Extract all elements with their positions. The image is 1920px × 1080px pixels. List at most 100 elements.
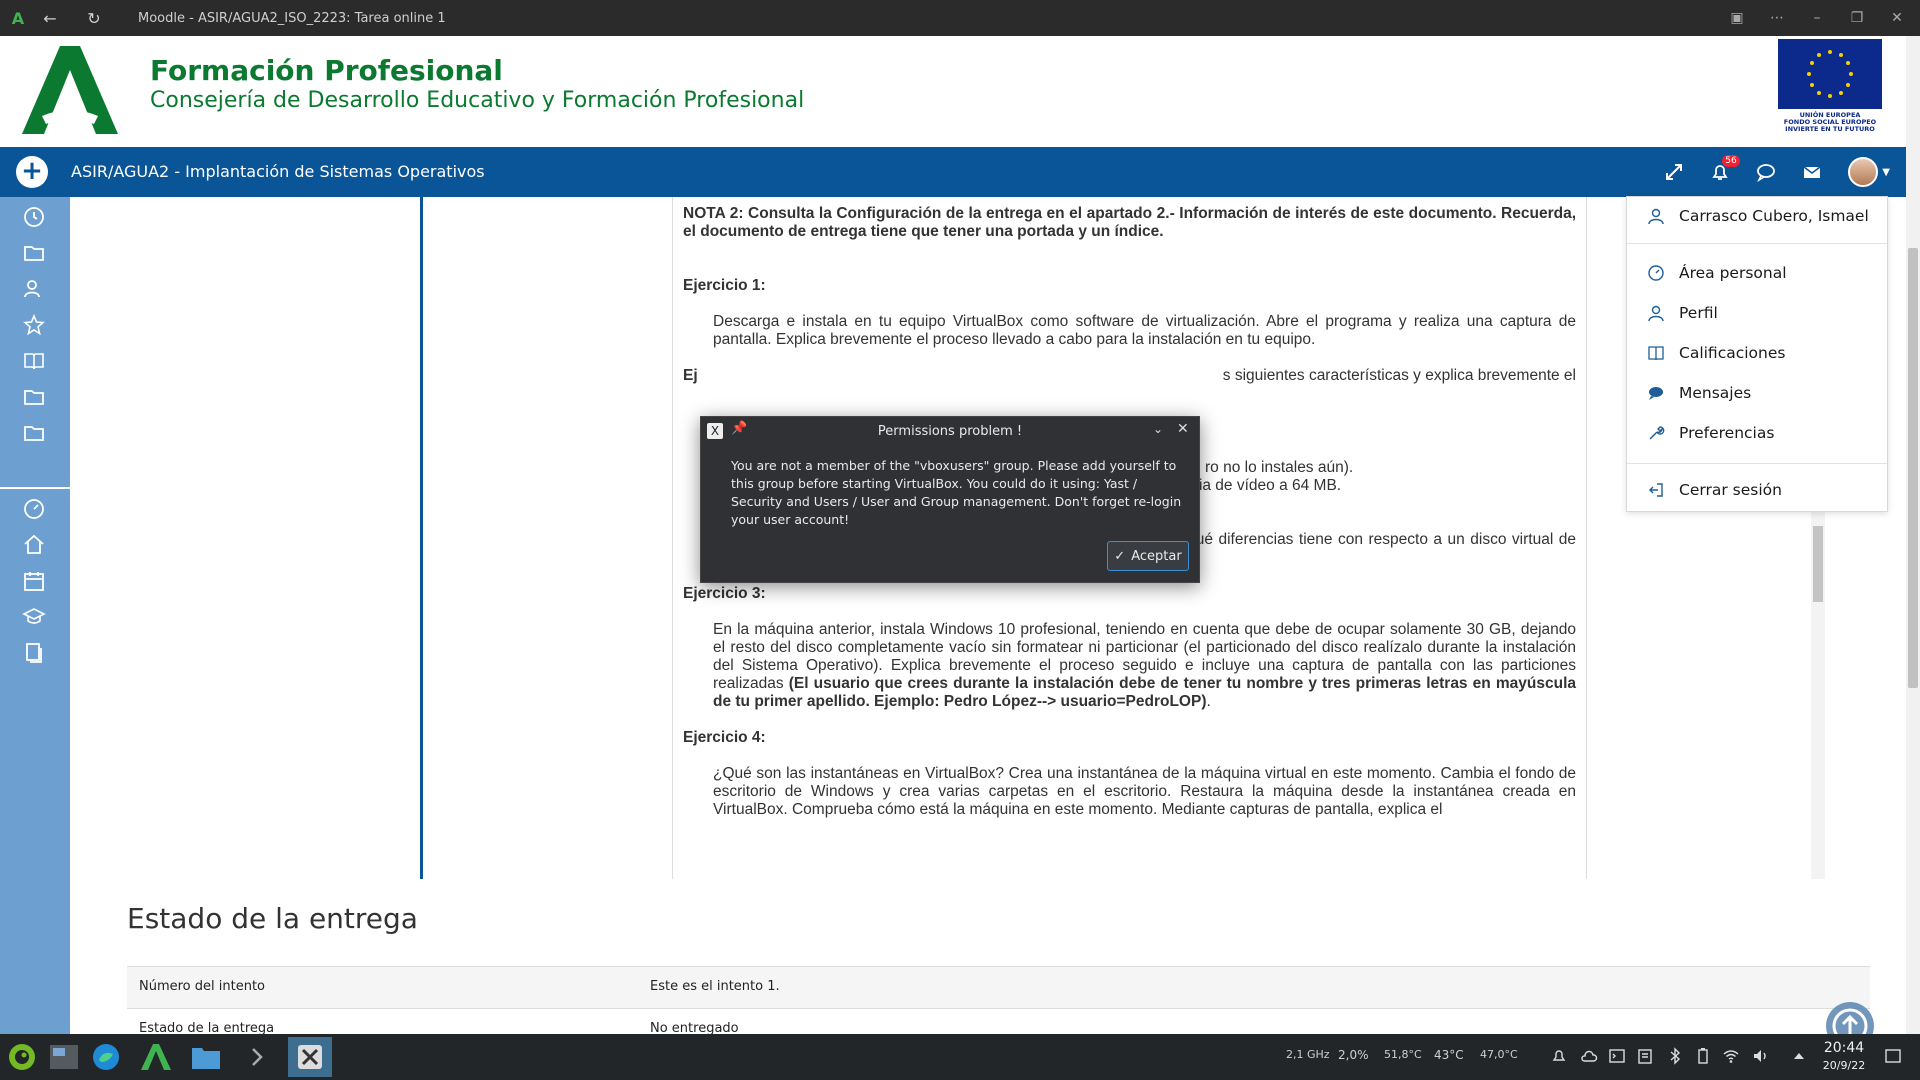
table-row: Estado de la entrega No entregado xyxy=(127,1008,1870,1034)
book-icon[interactable] xyxy=(22,349,46,373)
console-icon[interactable] xyxy=(1608,1047,1626,1065)
desktop-switcher[interactable] xyxy=(42,1037,86,1077)
taskbar: 2,1 GHz 2,0% 51,8°C 43°C 47,0°C 20:44 20… xyxy=(0,1034,1920,1080)
tray-expand-icon[interactable] xyxy=(1790,1047,1808,1065)
folder-icon[interactable] xyxy=(22,241,46,265)
chat-bubble-icon[interactable] xyxy=(1756,162,1776,182)
reload-icon[interactable]: ↻ xyxy=(80,4,108,32)
logout-icon xyxy=(1649,483,1663,497)
volume-icon[interactable] xyxy=(1752,1047,1770,1065)
taskbar-edge[interactable] xyxy=(84,1037,128,1077)
bluetooth-icon[interactable] xyxy=(1666,1047,1684,1065)
participants-icon[interactable] xyxy=(22,277,46,301)
table-row: Número del intento Este es el intento 1. xyxy=(127,966,1870,1008)
block-border xyxy=(420,197,423,879)
taskbar-virtualbox[interactable] xyxy=(288,1037,332,1077)
notifications-tray-icon[interactable] xyxy=(1550,1047,1568,1065)
terminal-icon xyxy=(252,1048,263,1066)
row-key: Número del intento xyxy=(139,979,266,994)
clock-time[interactable]: 20:44 xyxy=(1818,1040,1870,1056)
envelope-icon[interactable] xyxy=(1802,162,1822,182)
notifications-button[interactable]: 56 xyxy=(1710,155,1740,182)
temperature-2: 43°C xyxy=(1434,1048,1464,1062)
nota-2: NOTA 2: Consulta la Configuración de la … xyxy=(683,205,1576,240)
notification-badge: 56 xyxy=(1722,155,1740,167)
close-icon[interactable]: ✕ xyxy=(1884,10,1910,26)
wrench-icon xyxy=(1649,426,1665,440)
menu-item-label: Preferencias xyxy=(1679,424,1775,442)
start-menu-button[interactable] xyxy=(0,1037,44,1077)
menu-item-mensajes[interactable]: Mensajes xyxy=(1647,382,1751,404)
dashboard-icon xyxy=(1648,265,1664,281)
menu-item-perfil[interactable]: Perfil xyxy=(1647,302,1718,324)
desktop-icon xyxy=(50,1045,78,1069)
more-icon[interactable]: ⋯ xyxy=(1764,10,1790,26)
menu-divider xyxy=(1627,243,1887,244)
taskbar-terminal[interactable] xyxy=(236,1037,280,1077)
battery-icon[interactable] xyxy=(1694,1047,1712,1065)
dialog-message: You are not a member of the "vboxusers" … xyxy=(731,458,1182,527)
content-scrollbar-thumb[interactable] xyxy=(1813,526,1823,602)
fullscreen-icon[interactable] xyxy=(1664,162,1684,182)
header-banner: Formación Profesional Consejería de Desa… xyxy=(0,36,1920,148)
star-icon[interactable] xyxy=(22,313,46,337)
graduation-cap-icon[interactable] xyxy=(22,605,46,629)
reader-icon[interactable]: ▣ xyxy=(1724,10,1750,26)
exercise-2-text: s siguientes características y explica b… xyxy=(1222,367,1576,384)
menu-item-area-personal[interactable]: Área personal xyxy=(1647,262,1787,284)
minimize-icon[interactable]: – xyxy=(1804,10,1830,26)
eu-flag-icon xyxy=(1778,39,1882,109)
menu-item-label: Calificaciones xyxy=(1679,344,1786,362)
app-logo-icon: A xyxy=(11,8,25,28)
clock-date[interactable]: 20/9/22 xyxy=(1818,1059,1870,1072)
left-drawer xyxy=(0,197,70,1034)
course-title[interactable]: ASIR/AGUA2 - Implantación de Sistemas Op… xyxy=(71,162,485,181)
junta-andalucia-logo[interactable] xyxy=(22,46,118,134)
avatar xyxy=(1848,157,1879,187)
restore-icon[interactable]: ❐ xyxy=(1844,10,1870,26)
exercise-3-end: . xyxy=(1206,693,1211,710)
files-icon[interactable] xyxy=(22,641,46,665)
close-icon[interactable]: ✕ xyxy=(1177,421,1189,437)
clipboard-icon[interactable] xyxy=(1636,1047,1654,1065)
web-page: Formación Profesional Consejería de Desa… xyxy=(0,36,1920,1034)
home-icon[interactable] xyxy=(22,533,46,557)
chevron-down-icon[interactable]: ⌄ xyxy=(1153,422,1163,436)
user-icon xyxy=(1648,305,1664,322)
dialog-title: Permissions problem ! xyxy=(877,424,1023,439)
menu-item-logout[interactable]: Cerrar sesión xyxy=(1647,479,1782,501)
user-menu-toggle[interactable]: ▼ xyxy=(1848,157,1890,187)
back-to-top-button[interactable] xyxy=(1826,1002,1874,1034)
drawer-toggle-button[interactable]: + xyxy=(16,156,48,188)
temperature-1: 51,8°C xyxy=(1384,1048,1422,1061)
show-desktop-icon[interactable] xyxy=(1884,1047,1902,1065)
folder-icon[interactable] xyxy=(22,385,46,409)
accept-label: Aceptar xyxy=(1131,548,1182,564)
taskbar-moodle[interactable] xyxy=(134,1037,178,1077)
calendar-icon[interactable] xyxy=(22,569,46,593)
virtualbox-icon xyxy=(298,1045,322,1069)
wifi-icon[interactable] xyxy=(1722,1047,1740,1065)
accept-button[interactable]: ✓ Aceptar xyxy=(1107,541,1189,571)
file-manager-icon xyxy=(192,1048,220,1069)
banner-subtitle: Consejería de Desarrollo Educativo y For… xyxy=(150,88,805,113)
menu-item-preferencias[interactable]: Preferencias xyxy=(1647,422,1774,444)
taskbar-files[interactable] xyxy=(184,1037,228,1077)
browser-titlebar: A ← ↻ Moodle - ASIR/AGUA2_ISO_2223: Tare… xyxy=(0,0,1920,36)
user-menu-profile-name[interactable]: Carrasco Cubero, Ismael xyxy=(1647,205,1869,227)
folder-icon[interactable] xyxy=(22,421,46,445)
back-icon[interactable]: ← xyxy=(36,4,64,32)
dialog-titlebar[interactable]: X 📌 Permissions problem ! ⌄ ✕ xyxy=(701,417,1199,445)
page-scrollbar-thumb[interactable] xyxy=(1908,248,1918,688)
menu-item-calificaciones[interactable]: Calificaciones xyxy=(1647,342,1785,364)
cloud-icon[interactable] xyxy=(1580,1047,1598,1065)
exercise-3-bold: (El usuario que crees durante la instala… xyxy=(713,675,1576,710)
permissions-dialog: X 📌 Permissions problem ! ⌄ ✕ You are no… xyxy=(700,416,1200,583)
cpu-load: 2,0% xyxy=(1338,1048,1369,1062)
menu-item-label: Mensajes xyxy=(1679,384,1752,402)
browser-title: Moodle - ASIR/AGUA2_ISO_2223: Tarea onli… xyxy=(138,10,446,26)
clock-icon[interactable] xyxy=(22,205,46,229)
user-menu: Carrasco Cubero, Ismael Área personal Pe… xyxy=(1626,196,1888,512)
dashboard-icon[interactable] xyxy=(22,497,46,521)
exercise-4-text: ¿Qué son las instantáneas en VirtualBox?… xyxy=(713,765,1576,818)
